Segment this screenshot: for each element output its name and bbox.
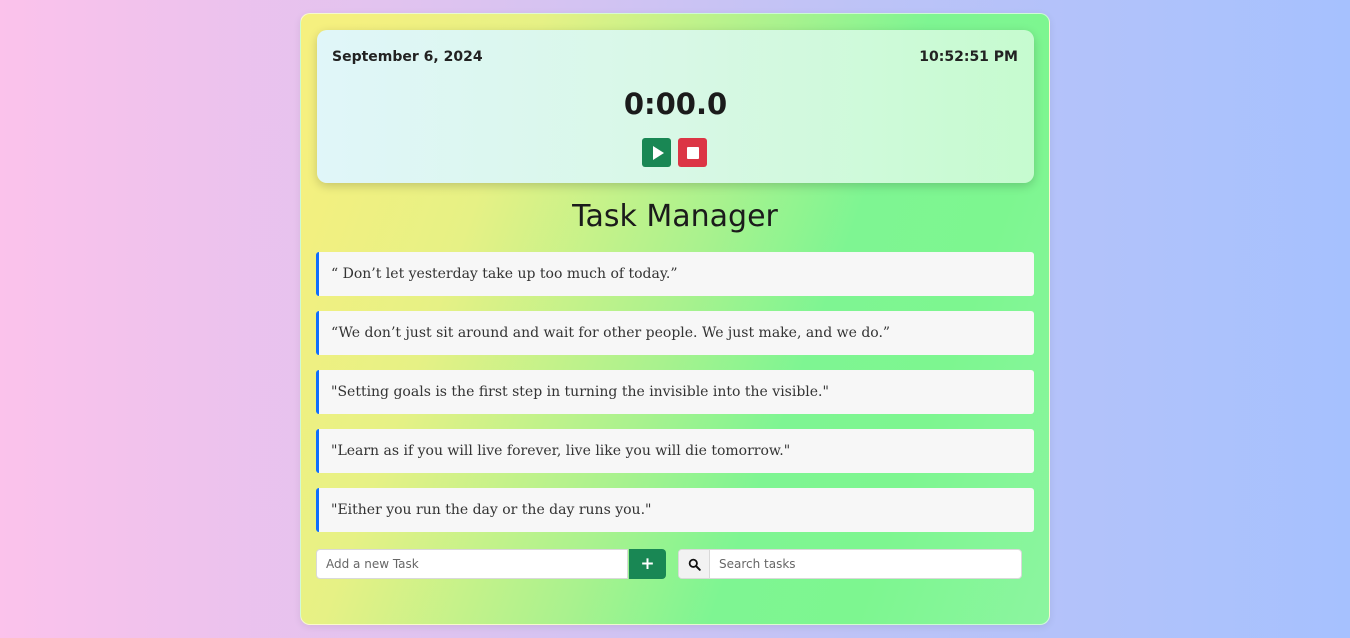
current-date: September 6, 2024 (332, 49, 483, 65)
task-manager-card: September 6, 2024 10:52:51 PM 0:00.0 Tas… (300, 13, 1050, 625)
timer-card: September 6, 2024 10:52:51 PM 0:00.0 (317, 30, 1034, 183)
quote-item: "Either you run the day or the day runs … (316, 488, 1034, 532)
search-group (678, 549, 1022, 579)
page-title: Task Manager (572, 199, 778, 234)
search-input[interactable] (710, 550, 1021, 578)
add-task-input[interactable] (316, 549, 628, 579)
current-time: 10:52:51 PM (919, 49, 1018, 65)
quote-item: “ Don’t let yesterday take up too much o… (316, 252, 1034, 296)
start-button[interactable] (642, 138, 671, 167)
add-task-button[interactable]: + (629, 549, 666, 579)
search-icon[interactable] (679, 550, 710, 578)
quote-item: “We don’t just sit around and wait for o… (316, 311, 1034, 355)
stop-button[interactable] (678, 138, 707, 167)
stopwatch-display: 0:00.0 (623, 87, 728, 121)
quote-item: "Learn as if you will live forever, live… (316, 429, 1034, 473)
quote-item: "Setting goals is the first step in turn… (316, 370, 1034, 414)
stop-icon (686, 146, 699, 159)
play-icon (652, 145, 664, 160)
